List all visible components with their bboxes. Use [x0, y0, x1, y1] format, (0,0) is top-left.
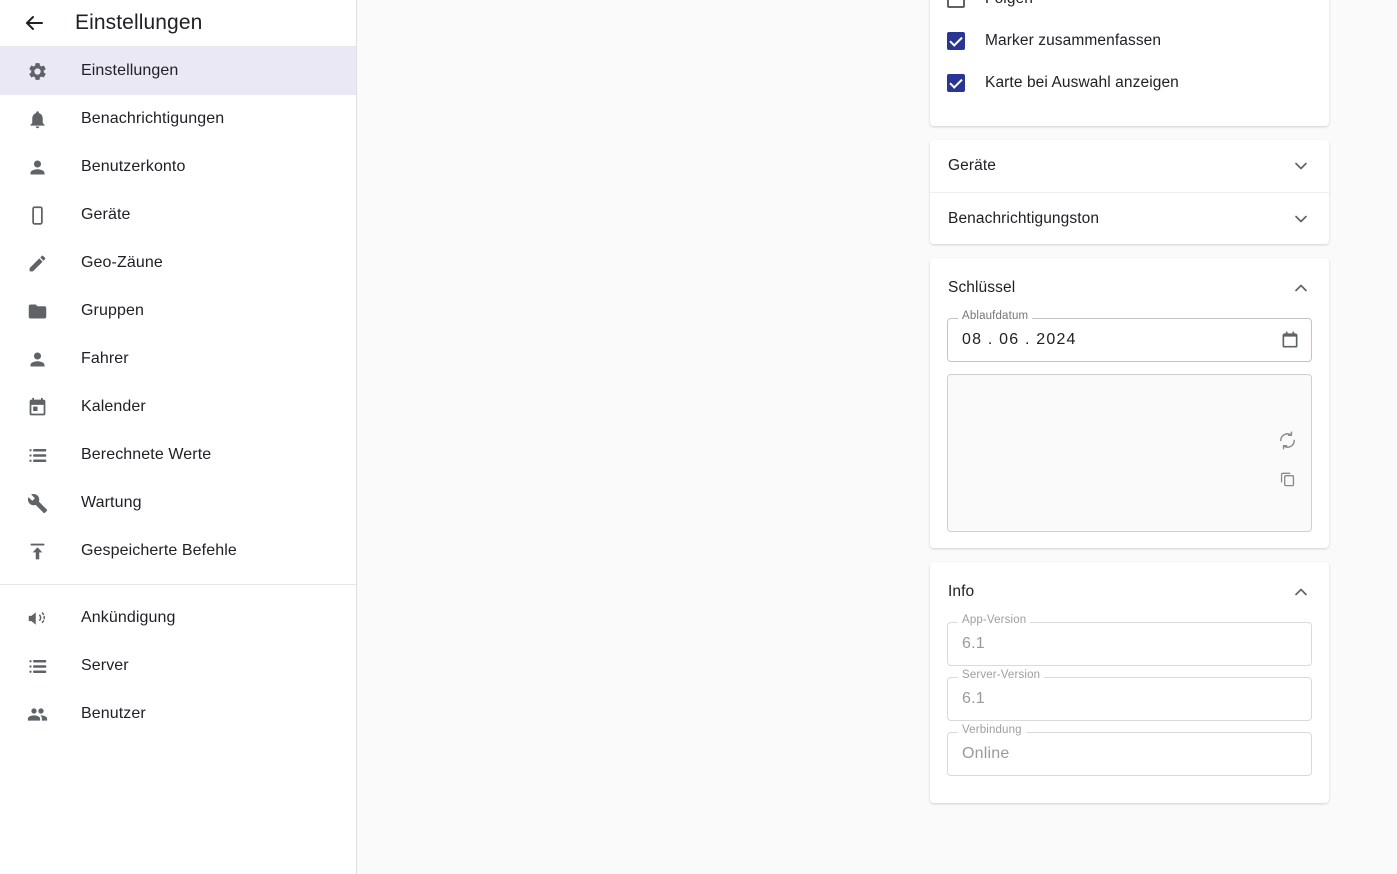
sidebar-item-label: Fahrer [81, 350, 129, 367]
sidebar-item-wartung[interactable]: Wartung [0, 479, 356, 527]
server-version-field: Server-Version 6.1 [947, 669, 1312, 721]
app-version-field: App-Version 6.1 [947, 614, 1312, 666]
chevron-down-icon[interactable] [1291, 209, 1311, 229]
checkbox-row-marker-zusammenfassen[interactable]: Marker zusammenfassen [930, 20, 1329, 62]
key-section-body: Ablaufdatum 08 . 06 . 2024 [930, 310, 1329, 548]
main-content: Folgen Marker zusammenfassen Karte bei A… [357, 0, 1397, 874]
expiry-date-value: 08 . 06 . 2024 [962, 331, 1077, 348]
expiry-date-field[interactable]: Ablaufdatum 08 . 06 . 2024 [947, 310, 1312, 362]
key-section-header[interactable]: Schlüssel [930, 258, 1329, 318]
key-value-textarea[interactable] [947, 374, 1312, 532]
person-icon [25, 155, 49, 179]
checkbox-row-karte-bei-auswahl-anzeigen[interactable]: Karte bei Auswahl anzeigen [930, 62, 1329, 104]
expansion-panel-geraete[interactable]: Geräte [930, 140, 1329, 192]
sidebar-item-einstellungen[interactable]: Einstellungen [0, 47, 356, 95]
bell-icon [25, 107, 49, 131]
calendar-icon[interactable] [1280, 318, 1300, 362]
phone-icon [25, 203, 49, 227]
refresh-icon[interactable] [1272, 425, 1302, 455]
sidebar-item-label: Benutzer [81, 705, 146, 722]
upload-icon [25, 539, 49, 563]
checkbox-label: Karte bei Auswahl anzeigen [985, 74, 1179, 91]
sidebar-item-label: Benachrichtigungen [81, 110, 225, 127]
sidebar-item-gruppen[interactable]: Gruppen [0, 287, 356, 335]
field-outline [947, 622, 1312, 666]
sidebar-item-benutzerkonto[interactable]: Benutzerkonto [0, 143, 356, 191]
sidebar-item-berechnete-werte[interactable]: Berechnete Werte [0, 431, 356, 479]
sidebar-item-gespeicherte-befehle[interactable]: Gespeicherte Befehle [0, 527, 356, 575]
sidebar-item-fahrer[interactable]: Fahrer [0, 335, 356, 383]
collapsed-sections-card: Geräte Benachrichtigungston [930, 140, 1329, 244]
page-title: Einstellungen [75, 11, 203, 34]
server-icon [25, 654, 49, 678]
sidebar-item-label: Berechnete Werte [81, 446, 212, 463]
info-section-card: Info App-Version 6.1 Server-Version 6.1 … [930, 562, 1329, 803]
key-section-card: Schlüssel Ablaufdatum 08 . 06 . 2024 [930, 258, 1329, 548]
expansion-panel-title: Benachrichtigungston [948, 209, 1100, 227]
checkbox-checked-icon[interactable] [947, 74, 965, 92]
sidebar-item-label: Benutzerkonto [81, 158, 186, 175]
back-button[interactable] [14, 3, 54, 43]
info-section-title: Info [948, 583, 975, 600]
app-version-value: 6.1 [962, 635, 985, 652]
expansion-panel-title: Geräte [948, 157, 996, 174]
pencil-icon [25, 251, 49, 275]
connection-label: Verbindung [958, 724, 1026, 736]
app-version-label: App-Version [958, 614, 1031, 626]
sidebar: Einstellungen Einstellungen Benachrichti… [0, 0, 357, 874]
checkbox-label: Marker zusammenfassen [985, 32, 1162, 49]
sidebar-item-label: Server [81, 657, 129, 674]
sidebar-item-benutzer[interactable]: Benutzer [0, 690, 356, 738]
server-version-label: Server-Version [958, 669, 1045, 681]
copy-icon[interactable] [1272, 463, 1302, 493]
connection-field: Verbindung Online [947, 724, 1312, 776]
info-section-header[interactable]: Info [930, 562, 1329, 622]
sidebar-item-kalender[interactable]: Kalender [0, 383, 356, 431]
sidebar-item-label: Ankündigung [81, 609, 176, 626]
expiry-date-label: Ablaufdatum [958, 310, 1033, 322]
sidebar-item-benachrichtigungen[interactable]: Benachrichtigungen [0, 95, 356, 143]
key-section-title: Schlüssel [948, 279, 1016, 296]
sidebar-item-geraete[interactable]: Geräte [0, 191, 356, 239]
people-icon [25, 702, 49, 726]
list-icon [25, 443, 49, 467]
sidebar-item-label: Wartung [81, 494, 142, 511]
sidebar-item-geo-zaeune[interactable]: Geo-Zäune [0, 239, 356, 287]
sidebar-item-label: Kalender [81, 398, 146, 415]
arrow-back-icon [22, 11, 46, 35]
checkbox-checked-icon[interactable] [947, 32, 965, 50]
chevron-up-icon[interactable] [1291, 278, 1311, 298]
checkbox-row-folgen[interactable]: Folgen [930, 0, 1329, 20]
settings-screen: Einstellungen Einstellungen Benachrichti… [0, 0, 1397, 874]
wrench-icon [25, 491, 49, 515]
sidebar-item-label: Gruppen [81, 302, 144, 319]
field-outline [947, 677, 1312, 721]
server-version-value: 6.1 [962, 690, 985, 707]
megaphone-icon [25, 606, 49, 630]
checkbox-unchecked-icon[interactable] [947, 0, 965, 8]
settings-panel: Folgen Marker zusammenfassen Karte bei A… [930, 0, 1329, 817]
key-actions [1272, 425, 1302, 493]
checkbox-label: Folgen [985, 0, 1033, 8]
sidebar-item-label: Geo-Zäune [81, 254, 163, 271]
sidebar-nav: Einstellungen Benachrichtigungen Benutze… [0, 47, 356, 738]
chevron-down-icon[interactable] [1291, 156, 1311, 176]
expansion-panel-benachrichtigungston[interactable]: Benachrichtigungston [930, 192, 1329, 244]
sidebar-header: Einstellungen [0, 0, 356, 47]
sidebar-item-label: Geräte [81, 206, 131, 223]
sidebar-item-label: Einstellungen [81, 62, 179, 79]
info-section-body: App-Version 6.1 Server-Version 6.1 Verbi… [930, 614, 1329, 803]
connection-value: Online [962, 745, 1010, 762]
gear-icon [25, 59, 49, 83]
calendar-icon [25, 395, 49, 419]
sidebar-item-ankuendigung[interactable]: Ankündigung [0, 594, 356, 642]
map-options-card: Folgen Marker zusammenfassen Karte bei A… [930, 0, 1329, 126]
sidebar-item-label: Gespeicherte Befehle [81, 542, 237, 559]
chevron-up-icon[interactable] [1291, 582, 1311, 602]
person-icon [25, 347, 49, 371]
sidebar-item-server[interactable]: Server [0, 642, 356, 690]
folder-icon [25, 299, 49, 323]
